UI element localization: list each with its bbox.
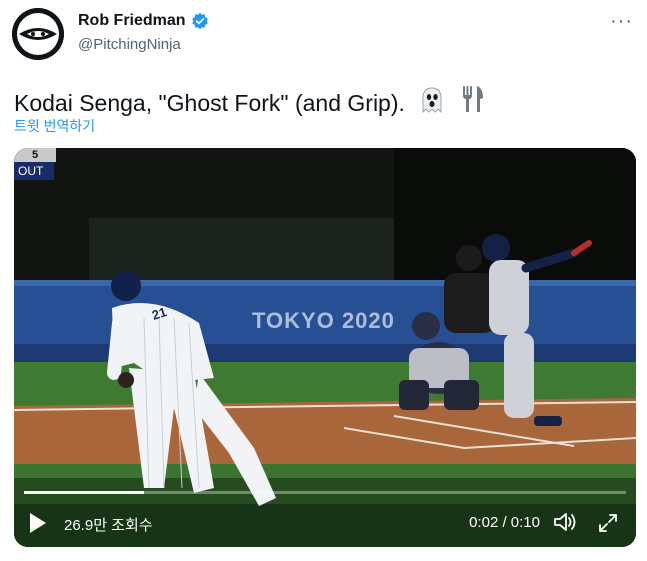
verified-badge-icon xyxy=(191,12,209,30)
video-player[interactable]: 5 OUT TOKYO 2020 21 26.9만 조회수 0:02 / 0:1… xyxy=(14,148,636,547)
translate-tweet-link[interactable]: 트윗 번역하기 xyxy=(14,116,95,136)
baseball-ninja-avatar-icon xyxy=(12,8,64,60)
fork-and-knife-icon xyxy=(460,84,486,120)
video-controls: 26.9만 조회수 0:02 / 0:10 xyxy=(14,499,636,547)
avatar[interactable] xyxy=(12,8,64,60)
more-options-icon[interactable]: ··· xyxy=(610,10,633,33)
author-name-row[interactable]: Rob Friedman xyxy=(78,12,209,30)
author-display-name[interactable]: Rob Friedman xyxy=(78,12,186,30)
overlay-out-label: OUT xyxy=(14,162,54,180)
volume-icon[interactable] xyxy=(552,510,578,539)
play-icon[interactable] xyxy=(30,513,46,533)
tweet-text: Kodai Senga, "Ghost Fork" (and Grip). xyxy=(14,90,405,116)
video-progress-bar[interactable] xyxy=(24,491,626,494)
tweet-text-line: Kodai Senga, "Ghost Fork" (and Grip). xyxy=(14,84,486,120)
wall-sign-text: TOKYO 2020 xyxy=(252,308,395,333)
baseball-scene xyxy=(14,148,636,547)
overlay-score: 5 xyxy=(14,148,56,162)
author-handle[interactable]: @PitchingNinja xyxy=(78,36,181,53)
fullscreen-icon[interactable] xyxy=(596,511,620,540)
video-time: 0:02 / 0:10 xyxy=(469,514,540,531)
video-progress-fill xyxy=(24,491,145,494)
ghost-icon xyxy=(417,86,447,120)
view-count: 26.9만 조회수 xyxy=(64,517,153,534)
